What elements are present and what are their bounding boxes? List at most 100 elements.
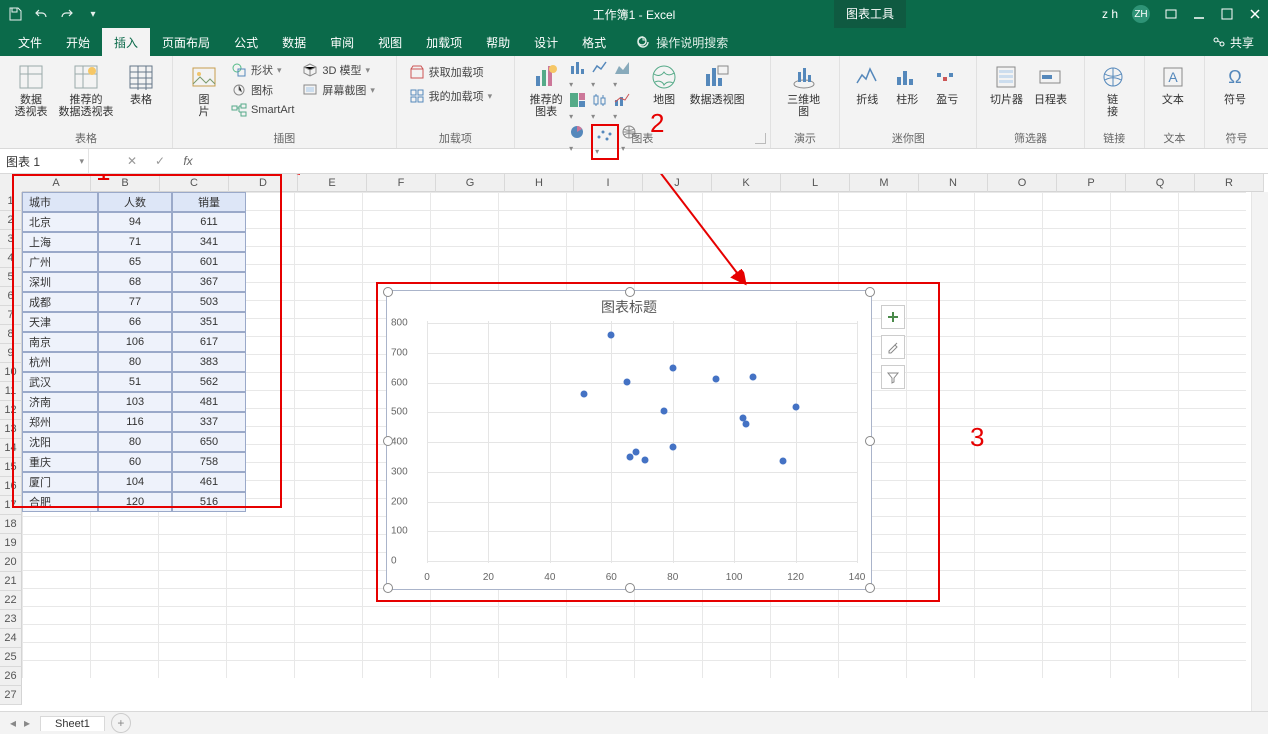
user-name[interactable]: z h [1102, 7, 1118, 21]
threed-map-button[interactable]: 三维地 图 [779, 58, 829, 118]
cancel-formula-icon[interactable]: ✕ [123, 154, 141, 168]
recommended-charts-icon [531, 62, 561, 92]
myaddins-icon [409, 88, 425, 104]
map-chart-button[interactable]: 地图 [641, 58, 687, 106]
textbox-button[interactable]: A 文本 [1153, 58, 1193, 106]
timeline-button[interactable]: 日程表 [1029, 58, 1071, 106]
group-illustrations-label: 插图 [173, 130, 396, 146]
worksheet-grid[interactable]: ABCDEFGHIJKLMNOPQR 123456789101112131415… [0, 174, 1268, 734]
area-chart-icon[interactable]: ▾ [613, 60, 633, 90]
tellme-placeholder: 操作说明搜索 [656, 34, 728, 51]
stats-chart-icon[interactable]: ▾ [591, 92, 611, 122]
timeline-icon [1035, 62, 1065, 92]
table-button[interactable]: 表格 [118, 58, 164, 118]
pictures-icon [189, 62, 219, 92]
group-symbols-label: 符号 [1205, 130, 1268, 146]
tellme-search[interactable]: 操作说明搜索 [636, 28, 728, 56]
group-charts-label: 图表 [515, 130, 770, 146]
tab-view[interactable]: 视图 [366, 28, 414, 56]
save-icon[interactable] [6, 5, 24, 23]
smartart-button[interactable]: SmartArt [227, 100, 298, 120]
column-chart-icon[interactable]: ▾ [569, 60, 589, 90]
minimize-icon[interactable] [1192, 7, 1206, 21]
group-tours-label: 演示 [771, 130, 840, 146]
tab-pagelayout[interactable]: 页面布局 [150, 28, 222, 56]
enter-formula-icon[interactable]: ✓ [151, 154, 169, 168]
sheet-tab-active[interactable]: Sheet1 [40, 716, 105, 731]
user-avatar[interactable]: ZH [1132, 5, 1150, 23]
sheet-nav-prev[interactable]: ◂ [6, 716, 20, 730]
customize-qat-icon[interactable]: ▾ [84, 5, 102, 23]
share-button[interactable]: 共享 [1212, 28, 1268, 56]
tab-review[interactable]: 审阅 [318, 28, 366, 56]
close-icon[interactable] [1248, 7, 1262, 21]
recommended-charts-button[interactable]: 推荐的 图表 [523, 58, 569, 118]
threed-model-button[interactable]: 3D 模型▾ [298, 60, 379, 80]
map-icon [649, 62, 679, 92]
group-symbols: Ω 符号 符号 [1205, 56, 1268, 148]
pivotchart-icon [702, 62, 732, 92]
tab-help[interactable]: 帮助 [474, 28, 522, 56]
symbol-icon: Ω [1220, 62, 1250, 92]
my-addins-button[interactable]: 我的加载项▾ [405, 86, 506, 106]
window-title: 工作簿1 - Excel [593, 6, 676, 23]
pivottable-icon [16, 62, 46, 92]
symbol-button[interactable]: Ω 符号 [1213, 58, 1257, 106]
tab-insert[interactable]: 插入 [102, 28, 150, 56]
group-text-label: 文本 [1145, 130, 1204, 146]
svg-text:A: A [1168, 69, 1178, 85]
tab-formulas[interactable]: 公式 [222, 28, 270, 56]
redo-icon[interactable] [58, 5, 76, 23]
name-box[interactable]: 图表 1▾ [0, 149, 89, 173]
group-addins: 获取加载项 我的加载项▾ 加载项 [397, 56, 515, 148]
annotation-number-2: 2 [650, 108, 664, 139]
group-filters-label: 筛选器 [977, 130, 1083, 146]
ribbon-display-icon[interactable] [1164, 7, 1178, 21]
slicer-icon [991, 62, 1021, 92]
slicer-button[interactable]: 切片器 [985, 58, 1027, 106]
ribbon: 数据 透视表 推荐的 数据透视表 表格 表格 图 片 形状▾ [0, 56, 1268, 149]
smartart-icon [231, 102, 247, 118]
charts-dialog-launcher[interactable] [755, 133, 766, 144]
screenshot-button[interactable]: 屏幕截图▾ [298, 80, 379, 100]
line-chart-icon[interactable]: ▾ [591, 60, 611, 90]
group-sparklines-label: 迷你图 [840, 130, 976, 146]
tab-format[interactable]: 格式 [570, 28, 618, 56]
sparkline-column-button[interactable]: 柱形 [888, 58, 926, 106]
share-label: 共享 [1230, 34, 1254, 51]
tab-file[interactable]: 文件 [6, 28, 54, 56]
textbox-icon: A [1158, 62, 1188, 92]
ribbon-tabs: 文件 开始 插入 页面布局 公式 数据 审阅 视图 加载项 帮助 设计 格式 操… [0, 28, 1268, 56]
pictures-button[interactable]: 图 片 [181, 58, 227, 120]
link-icon [1098, 62, 1128, 92]
context-tab-label: 图表工具 [834, 0, 906, 28]
group-links-label: 链接 [1085, 130, 1144, 146]
store-icon [409, 64, 425, 80]
annotation-number-3: 3 [970, 422, 984, 453]
sheet-nav-next[interactable]: ▸ [20, 716, 34, 730]
tab-addins[interactable]: 加载项 [414, 28, 474, 56]
tab-design[interactable]: 设计 [522, 28, 570, 56]
maximize-icon[interactable] [1220, 7, 1234, 21]
screenshot-icon [302, 82, 318, 98]
recommended-pivottable-button[interactable]: 推荐的 数据透视表 [56, 58, 116, 118]
pivottable-button[interactable]: 数据 透视表 [8, 58, 54, 118]
get-addins-button[interactable]: 获取加载项 [405, 62, 506, 82]
shapes-icon [231, 62, 247, 78]
tab-home[interactable]: 开始 [54, 28, 102, 56]
pivotchart-button[interactable]: 数据透视图 [687, 58, 747, 106]
icons-icon [231, 82, 247, 98]
treemap-icon[interactable]: ▾ [569, 92, 589, 122]
add-sheet-button[interactable]: + [111, 713, 131, 733]
fx-icon[interactable]: fx [179, 154, 197, 168]
sparkline-winloss-button[interactable]: 盈亏 [928, 58, 966, 106]
sparkline-line-button[interactable]: 折线 [848, 58, 886, 106]
vertical-scrollbar[interactable] [1251, 192, 1268, 712]
link-button[interactable]: 链 接 [1093, 58, 1133, 118]
undo-icon[interactable] [32, 5, 50, 23]
tab-data[interactable]: 数据 [270, 28, 318, 56]
combo-chart-icon[interactable]: ▾ [613, 92, 633, 122]
icons-button[interactable]: 图标 [227, 80, 298, 100]
group-tables: 数据 透视表 推荐的 数据透视表 表格 表格 [0, 56, 173, 148]
shapes-button[interactable]: 形状▾ [227, 60, 298, 80]
